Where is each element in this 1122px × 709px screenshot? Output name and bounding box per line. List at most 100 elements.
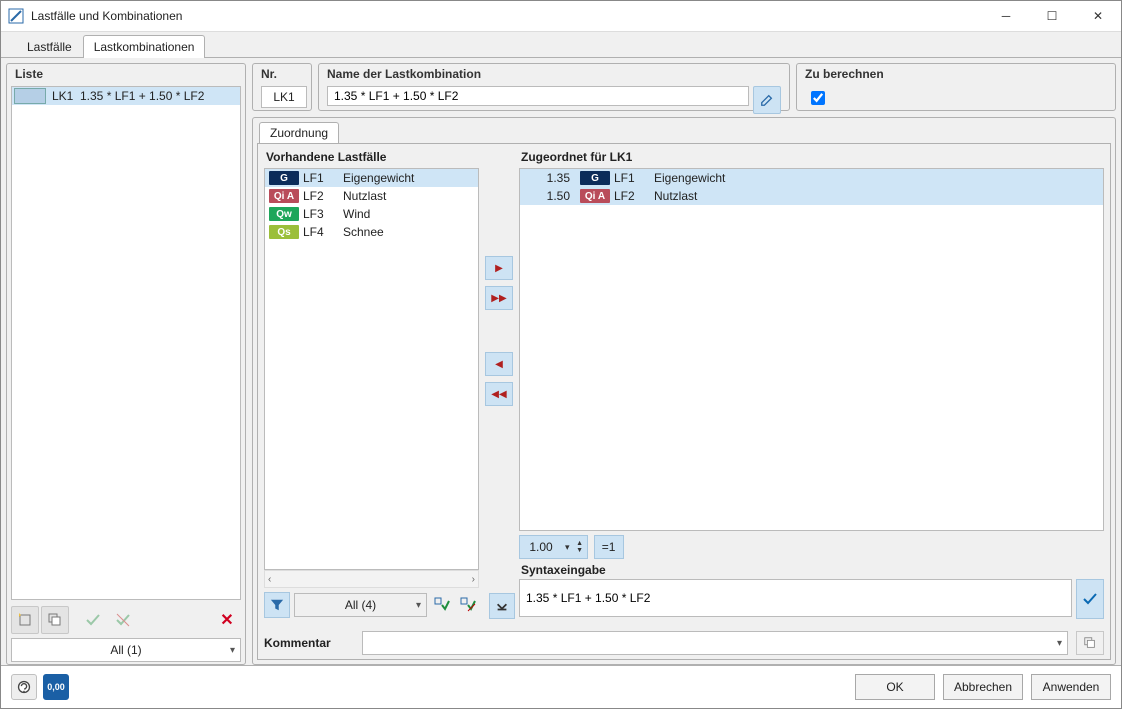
loadcase-desc: Nutzlast bbox=[343, 189, 478, 203]
ok-button[interactable]: OK bbox=[855, 674, 935, 700]
zuordnung-tabstrip: Zuordnung bbox=[259, 122, 339, 144]
liste-legend: Liste bbox=[15, 67, 43, 81]
berechnen-group: Zu berechnen bbox=[796, 63, 1116, 111]
available-hscrollbar[interactable]: ‹› bbox=[264, 570, 479, 588]
nr-value[interactable]: LK1 bbox=[261, 86, 307, 108]
add-one-button[interactable]: ▶ bbox=[485, 256, 513, 280]
zuordnung-columns: Vorhandene Lastfälle GLF1EigengewichtQi … bbox=[264, 150, 1104, 619]
liste-filter-row: All (1) bbox=[11, 638, 241, 662]
available-legend: Vorhandene Lastfälle bbox=[266, 150, 479, 164]
available-row[interactable]: Qs LF4Schnee bbox=[265, 223, 478, 241]
liste-filter-label: All (1) bbox=[110, 643, 141, 657]
available-row[interactable]: G LF1Eigengewicht bbox=[265, 169, 478, 187]
add-all-button[interactable]: ▶▶ bbox=[485, 286, 513, 310]
cancel-button[interactable]: Abbrechen bbox=[943, 674, 1023, 700]
tab-lastkombinationen[interactable]: Lastkombinationen bbox=[83, 35, 206, 58]
right-column: Nr. LK1 Name der Lastkombination Zu bere… bbox=[252, 63, 1116, 665]
assigned-row[interactable]: 1.50Qi ALF2Nutzlast bbox=[520, 187, 1103, 205]
loadcase-desc: Nutzlast bbox=[654, 189, 1103, 203]
check-all-button[interactable] bbox=[79, 606, 107, 634]
available-row[interactable]: Qw LF3Wind bbox=[265, 205, 478, 223]
chevron-down-icon: ▾ bbox=[565, 542, 570, 553]
delete-button[interactable]: ✕ bbox=[213, 606, 241, 634]
loadcase-key: LF4 bbox=[303, 225, 343, 239]
liste-filter-combo[interactable]: All (1) bbox=[11, 638, 241, 662]
select-unchecked-button[interactable] bbox=[457, 594, 479, 616]
assigned-column: Zugeordnet für LK1 1.35GLF1Eigengewicht1… bbox=[519, 150, 1104, 619]
nr-legend: Nr. bbox=[261, 67, 277, 81]
factor-spinner[interactable]: 1.00 ▾ ▲▼ bbox=[519, 535, 588, 559]
assigned-factor: 1.35 bbox=[520, 171, 576, 185]
titlebar: Lastfälle und Kombinationen ─ ☐ ✕ bbox=[1, 1, 1121, 32]
equals-one-button[interactable]: =1 bbox=[594, 535, 624, 559]
berechnen-checkbox[interactable] bbox=[811, 91, 825, 105]
assigned-row[interactable]: 1.35GLF1Eigengewicht bbox=[520, 169, 1103, 187]
push-down-button[interactable] bbox=[489, 593, 515, 619]
minimize-button[interactable]: ─ bbox=[983, 1, 1029, 31]
workspace: Liste LK1 1.35 * LF1 + 1.50 * LF2 bbox=[1, 58, 1121, 665]
dialog-footer: 0,00 OK Abbrechen Anwenden bbox=[1, 665, 1121, 708]
kommentar-row: Kommentar bbox=[264, 631, 1104, 655]
assigned-list[interactable]: 1.35GLF1Eigengewicht1.50Qi ALF2Nutzlast bbox=[519, 168, 1104, 531]
top-row: Nr. LK1 Name der Lastkombination Zu bere… bbox=[252, 63, 1116, 111]
loadcase-desc: Schnee bbox=[343, 225, 478, 239]
available-toolbar: All (4) bbox=[264, 591, 479, 619]
assigned-factor: 1.50 bbox=[520, 189, 576, 203]
category-badge: Qi A bbox=[269, 189, 299, 203]
liste-row-key: LK1 bbox=[48, 89, 80, 103]
liste-toolbar: ✕ bbox=[11, 606, 241, 634]
close-button[interactable]: ✕ bbox=[1075, 1, 1121, 31]
available-list[interactable]: G LF1Eigengewicht Qi A LF2Nutzlast Qw LF3Wind… bbox=[264, 168, 479, 570]
available-row[interactable]: Qi A LF2Nutzlast bbox=[265, 187, 478, 205]
syntax-accept-button[interactable] bbox=[1076, 579, 1104, 619]
category-badge: G bbox=[580, 171, 610, 185]
liste-row-swatch bbox=[12, 87, 48, 105]
copy-combo-button[interactable] bbox=[41, 606, 69, 634]
main-tabstrip: Lastfälle Lastkombinationen bbox=[1, 32, 1121, 58]
tab-zuordnung[interactable]: Zuordnung bbox=[259, 122, 339, 144]
assigned-legend: Zugeordnet für LK1 bbox=[521, 150, 1104, 164]
loadcase-desc: Eigengewicht bbox=[654, 171, 1103, 185]
available-filter-combo[interactable]: All (4) bbox=[294, 593, 427, 617]
units-button[interactable]: 0,00 bbox=[43, 674, 69, 700]
footer-left: 0,00 bbox=[11, 674, 69, 700]
loadcase-desc: Wind bbox=[343, 207, 478, 221]
loadcase-desc: Eigengewicht bbox=[343, 171, 478, 185]
syntax-row bbox=[519, 579, 1104, 619]
name-input[interactable] bbox=[327, 86, 749, 106]
help-button[interactable] bbox=[11, 674, 37, 700]
kommentar-combo[interactable] bbox=[362, 631, 1068, 655]
liste-row-formula: 1.35 * LF1 + 1.50 * LF2 bbox=[80, 89, 240, 103]
edit-name-button[interactable] bbox=[753, 86, 781, 114]
maximize-button[interactable]: ☐ bbox=[1029, 1, 1075, 31]
category-badge: Qw bbox=[269, 207, 299, 221]
remove-all-button[interactable]: ◀◀ bbox=[485, 382, 513, 406]
category-badge: Qs bbox=[269, 225, 299, 239]
kommentar-library-button[interactable] bbox=[1076, 631, 1104, 655]
liste-list[interactable]: LK1 1.35 * LF1 + 1.50 * LF2 bbox=[11, 86, 241, 600]
category-badge: Qi A bbox=[580, 189, 610, 203]
zuordnung-group: Zuordnung Vorhandene Lastfälle GLF1Eigen… bbox=[252, 117, 1116, 665]
remove-one-button[interactable]: ◀ bbox=[485, 352, 513, 376]
syntax-label: Syntaxeingabe bbox=[521, 563, 1104, 577]
new-combo-button[interactable] bbox=[11, 606, 39, 634]
syntax-input[interactable] bbox=[519, 579, 1072, 617]
loadcase-key: LF1 bbox=[303, 171, 343, 185]
liste-group: Liste LK1 1.35 * LF1 + 1.50 * LF2 bbox=[6, 63, 246, 665]
dialog-window: Lastfälle und Kombinationen ─ ☐ ✕ Lastfä… bbox=[0, 0, 1122, 709]
tab-lastfaelle[interactable]: Lastfälle bbox=[16, 35, 83, 58]
name-legend: Name der Lastkombination bbox=[327, 67, 481, 81]
liste-row[interactable]: LK1 1.35 * LF1 + 1.50 * LF2 bbox=[12, 87, 240, 105]
category-badge: G bbox=[269, 171, 299, 185]
app-icon bbox=[8, 8, 24, 24]
available-column: Vorhandene Lastfälle G LF1Eigengewicht Qi … bbox=[264, 150, 479, 619]
apply-button[interactable]: Anwenden bbox=[1031, 674, 1111, 700]
filter-icon[interactable] bbox=[264, 592, 290, 618]
kommentar-label: Kommentar bbox=[264, 636, 354, 650]
loadcase-key: LF3 bbox=[303, 207, 343, 221]
spinner-arrows[interactable]: ▲▼ bbox=[573, 540, 587, 554]
loadcase-key: LF2 bbox=[303, 189, 343, 203]
select-checked-button[interactable] bbox=[431, 594, 453, 616]
uncheck-all-button[interactable] bbox=[109, 606, 137, 634]
factor-row: 1.00 ▾ ▲▼ =1 bbox=[519, 535, 1104, 559]
